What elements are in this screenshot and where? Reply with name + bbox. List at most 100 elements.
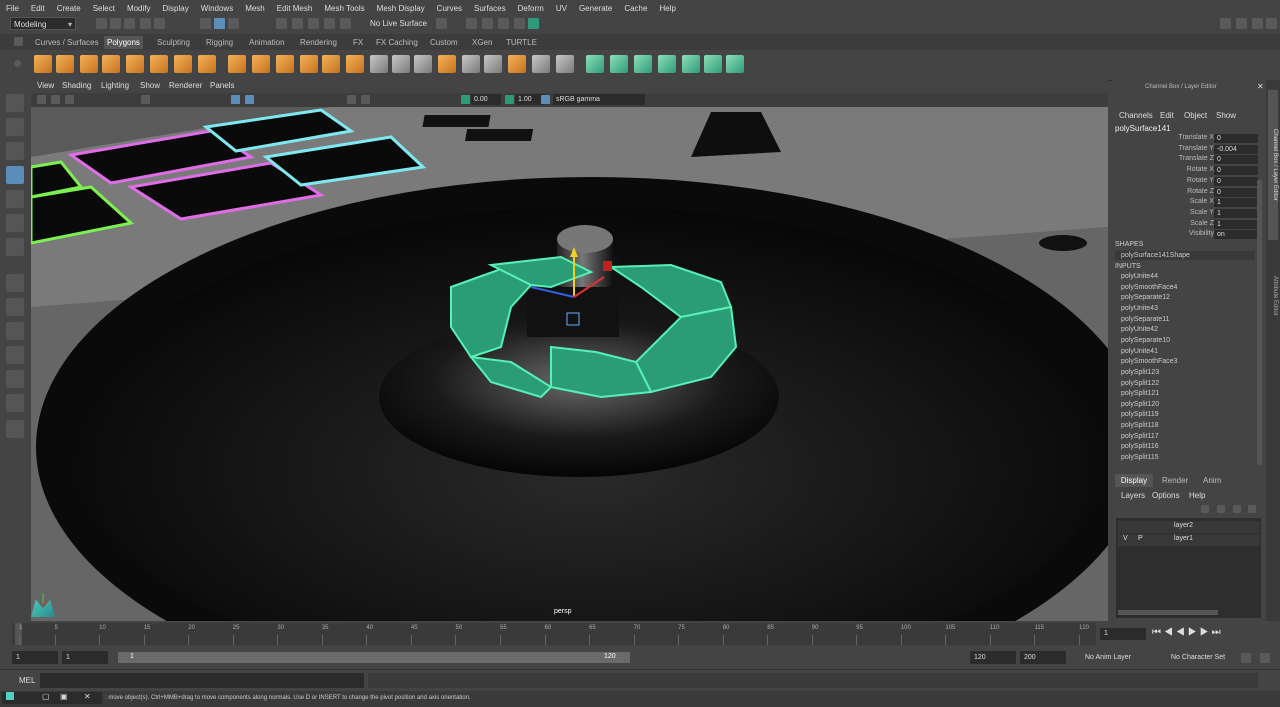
- combine-icon[interactable]: [228, 55, 246, 73]
- unfold-icon[interactable]: [726, 55, 744, 73]
- menu-windows[interactable]: Windows: [195, 4, 239, 13]
- playback-controls[interactable]: ⏮◀◀▶▶⏭: [1152, 627, 1224, 638]
- render-view-icon[interactable]: [466, 18, 477, 29]
- channel-row[interactable]: Rotate Y0: [1112, 176, 1264, 187]
- channel-value[interactable]: 0: [1214, 134, 1258, 143]
- automatic-mapping-icon[interactable]: [658, 55, 676, 73]
- menu-edit[interactable]: Edit: [25, 4, 51, 13]
- character-set-dropdown[interactable]: No Character Set: [1171, 654, 1225, 661]
- menu-help[interactable]: Help: [653, 4, 681, 13]
- new-scene-icon[interactable]: [96, 18, 107, 29]
- undo-icon[interactable]: [140, 18, 151, 29]
- history-icon[interactable]: [436, 18, 447, 29]
- workspace-icon[interactable]: [1220, 18, 1231, 29]
- shelf-tab-custom[interactable]: Custom: [427, 36, 461, 49]
- menu-modify[interactable]: Modify: [121, 4, 157, 13]
- shelf-tab-polygons[interactable]: Polygons: [104, 36, 143, 49]
- exposure-icon[interactable]: [461, 95, 470, 104]
- viewport-menu-lighting[interactable]: Lighting: [101, 81, 129, 90]
- channel-box-toggle-icon[interactable]: [1266, 18, 1277, 29]
- layer-row[interactable]: V P layer1: [1118, 534, 1260, 546]
- custom-layout-icon[interactable]: [6, 394, 24, 412]
- hypershade-layout-icon[interactable]: [6, 370, 24, 388]
- grid-toggle-icon[interactable]: [141, 95, 150, 104]
- poly-cube-icon[interactable]: [56, 55, 74, 73]
- viewport-menu-renderer[interactable]: Renderer: [169, 81, 202, 90]
- channel-row[interactable]: Rotate X0: [1112, 166, 1264, 176]
- colorspace-dropdown[interactable]: sRGB gamma: [553, 94, 645, 105]
- poly-cone-icon[interactable]: [102, 55, 120, 73]
- layer-scrollbar[interactable]: [1118, 610, 1218, 615]
- insert-edge-loop-icon[interactable]: [532, 55, 550, 73]
- channel-scrollbar[interactable]: [1257, 180, 1262, 465]
- input-node-item[interactable]: polySmoothFace4: [1121, 284, 1177, 291]
- snap-grid-icon[interactable]: [276, 18, 287, 29]
- persp-graph-layout-icon[interactable]: [6, 346, 24, 364]
- show-menu[interactable]: Show: [1216, 111, 1236, 120]
- channel-row[interactable]: Visibility on: [1112, 230, 1264, 240]
- boolean-icon[interactable]: [276, 55, 294, 73]
- smooth-icon[interactable]: [322, 55, 340, 73]
- channel-value[interactable]: 0: [1214, 166, 1258, 176]
- camera-select-icon[interactable]: [37, 95, 46, 104]
- object-name[interactable]: polySurface141: [1115, 124, 1171, 133]
- channel-value[interactable]: 1: [1214, 219, 1258, 229]
- time-slider[interactable]: 1 5 10 15 20 25 30 35 40 45 50 55 60 65 70 75 80 85 90 95 10…: [0, 621, 1280, 647]
- anim-start-field[interactable]: 1: [12, 651, 58, 664]
- viewport-menu-shading[interactable]: Shading: [62, 81, 91, 90]
- menu-generate[interactable]: Generate: [573, 4, 618, 13]
- select-component-icon[interactable]: [228, 18, 239, 29]
- bridge-icon[interactable]: [414, 55, 432, 73]
- lasso-tool-icon[interactable]: [6, 118, 24, 136]
- input-node-item[interactable]: polySplit120: [1121, 401, 1159, 408]
- poly-cylinder-icon[interactable]: [80, 55, 98, 73]
- menu-mesh-display[interactable]: Mesh Display: [371, 4, 431, 13]
- channel-value[interactable]: 1: [1214, 208, 1258, 218]
- extrude-icon[interactable]: [392, 55, 410, 73]
- close-panel-icon[interactable]: ✕: [1257, 82, 1264, 91]
- reduce-icon[interactable]: [346, 55, 364, 73]
- save-scene-icon[interactable]: [124, 18, 135, 29]
- input-node-item[interactable]: polyUnite44: [1121, 273, 1158, 280]
- snap-view-icon[interactable]: [324, 18, 335, 29]
- bookmark-icon[interactable]: [65, 95, 74, 104]
- channels-menu[interactable]: Channels: [1119, 111, 1153, 120]
- checker-icon[interactable]: [704, 55, 722, 73]
- shelf-tab-animation[interactable]: Animation: [246, 36, 288, 49]
- layers-menu[interactable]: Layers: [1121, 491, 1145, 500]
- object-menu[interactable]: Object: [1184, 111, 1207, 120]
- playback-end-field[interactable]: 120: [970, 651, 1016, 664]
- viewport-menu-panels[interactable]: Panels: [210, 81, 234, 90]
- channel-row[interactable]: Translate X0: [1112, 134, 1264, 144]
- help-menu[interactable]: Help: [1189, 491, 1205, 500]
- poly-sphere-icon[interactable]: [34, 55, 52, 73]
- timeline-track[interactable]: 1 5 10 15 20 25 30 35 40 45 50 55 60 65 70 75 80 85 90 95 10…: [12, 623, 1096, 645]
- new-layer-icon[interactable]: [1233, 505, 1241, 513]
- scale-tool-icon[interactable]: [6, 214, 24, 232]
- poly-pipe-icon[interactable]: [198, 55, 216, 73]
- perspective-viewport[interactable]: persp: [31, 107, 1108, 621]
- preferences-icon[interactable]: [1260, 653, 1270, 663]
- channel-row[interactable]: Scale Y1: [1112, 208, 1264, 219]
- layer-down-icon[interactable]: [1217, 505, 1225, 513]
- channel-row[interactable]: Rotate Z0: [1112, 187, 1264, 198]
- select-hierarchy-icon[interactable]: [200, 18, 211, 29]
- paint-select-tool-icon[interactable]: [6, 142, 24, 160]
- input-node-item[interactable]: polySplit123: [1121, 369, 1159, 376]
- tab-attribute-editor[interactable]: Attribute Editor: [1268, 246, 1278, 346]
- channel-row[interactable]: Scale Z1: [1112, 219, 1264, 230]
- layer-playback[interactable]: P: [1138, 535, 1143, 542]
- shelf-tab-turtle[interactable]: TURTLE: [503, 36, 540, 49]
- auto-key-icon[interactable]: [1241, 653, 1251, 663]
- tab-display[interactable]: Display: [1115, 474, 1153, 487]
- tab-anim[interactable]: Anim: [1203, 476, 1221, 485]
- input-node-item[interactable]: polySeparate12: [1121, 294, 1170, 301]
- persp-outliner-layout-icon[interactable]: [6, 322, 24, 340]
- hypershade-icon[interactable]: [528, 18, 539, 29]
- menu-deform[interactable]: Deform: [512, 4, 550, 13]
- cylindrical-mapping-icon[interactable]: [610, 55, 628, 73]
- mode-selector[interactable]: Modeling: [10, 17, 76, 31]
- camera-attributes-icon[interactable]: [51, 95, 60, 104]
- color-management-icon[interactable]: [541, 95, 550, 104]
- shelf-settings-icon[interactable]: [14, 37, 23, 46]
